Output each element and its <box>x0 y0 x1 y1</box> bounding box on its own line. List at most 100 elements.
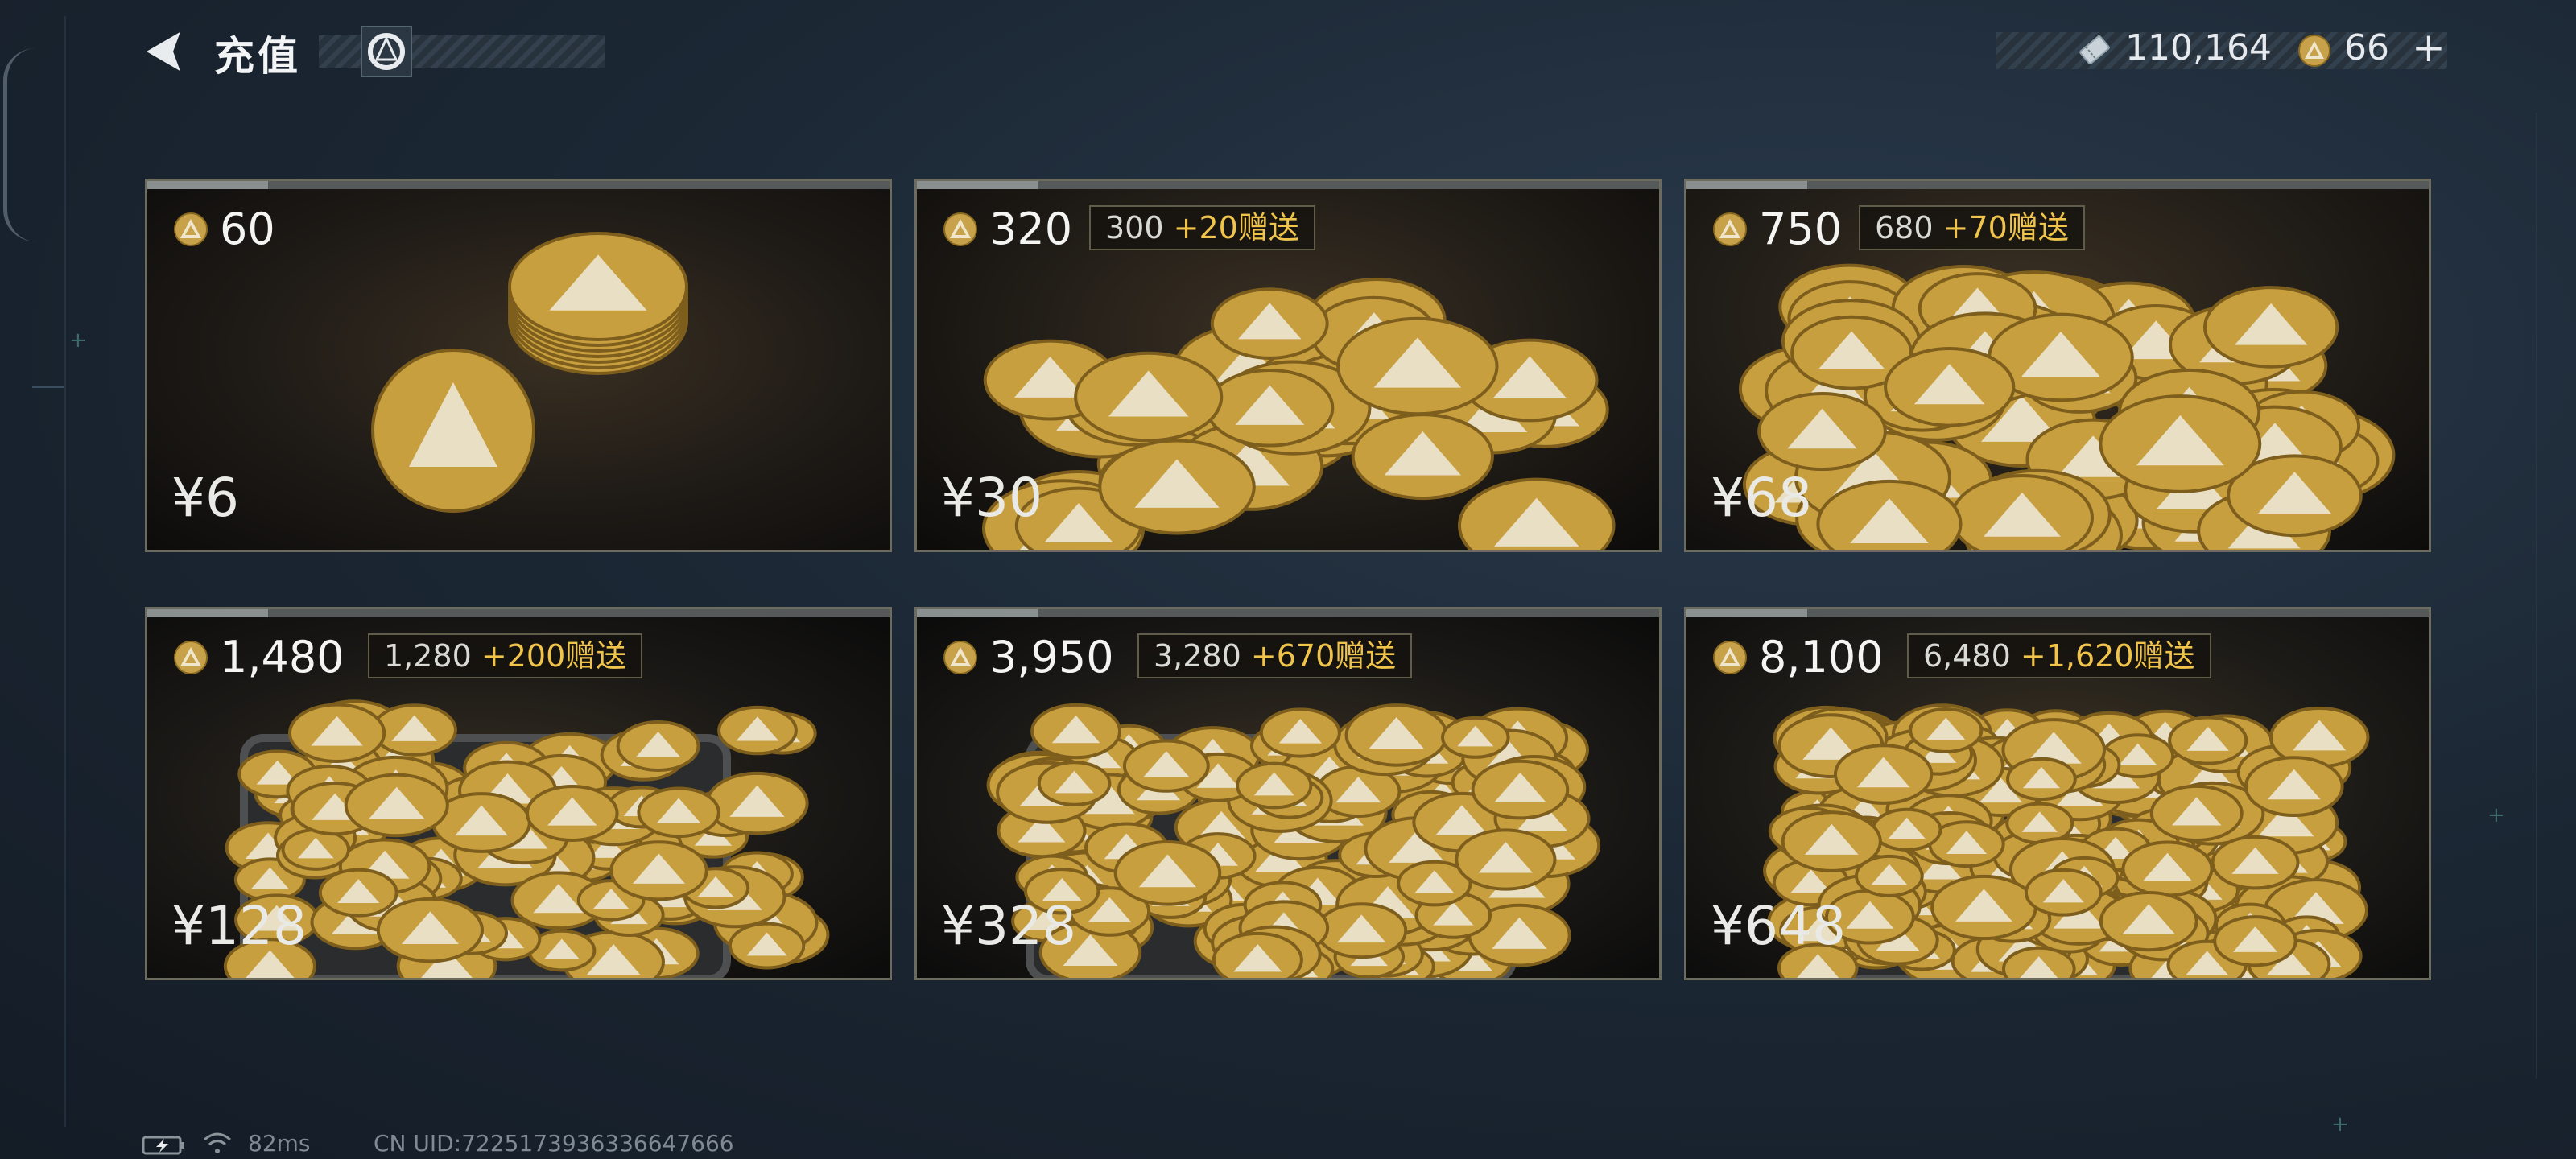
coin-icon <box>174 212 208 246</box>
wifi-icon <box>204 1132 231 1153</box>
bonus-badge: 680 +70赠送 <box>1859 205 2085 250</box>
gold-coin <box>1205 369 1335 448</box>
coin-icon <box>943 641 977 674</box>
decorative-cross-icon: + <box>2487 803 2505 827</box>
decorative-cross-icon: + <box>2331 1112 2349 1136</box>
decorative-line <box>32 386 64 388</box>
pack-card[interactable]: 60 ¥6 <box>145 179 892 552</box>
bonus-badge: 1,280 +200赠送 <box>368 633 643 678</box>
gold-coin <box>1441 716 1510 759</box>
pack-price: ¥328 <box>941 895 1076 957</box>
gold-coin <box>1909 707 1984 753</box>
gold-coin <box>2005 802 2074 845</box>
gold-coin <box>1212 931 1303 978</box>
gold-coin <box>287 703 386 764</box>
pack-coin-amount: 8,100 <box>1759 632 1884 683</box>
bonus-extra-amount: +200赠送 <box>481 638 627 674</box>
gold-coin <box>1037 761 1112 806</box>
card-top-tag <box>147 181 268 189</box>
gold-coin <box>2168 716 2248 765</box>
gold-coin <box>1351 413 1494 501</box>
gold-coin <box>1259 707 1341 758</box>
gold-coin <box>1855 854 1924 897</box>
gold-coin <box>344 773 449 838</box>
pack-price: ¥30 <box>941 467 1042 529</box>
gold-coin <box>1122 739 1210 793</box>
bonus-extra-amount: +670赠送 <box>1250 638 1397 674</box>
pack-price: ¥6 <box>171 467 239 529</box>
pack-coin-amount: 750 <box>1759 204 1843 254</box>
coin-icon <box>943 212 977 246</box>
gold-coin <box>1113 839 1222 906</box>
gold-coin <box>717 705 798 756</box>
gold-coin <box>2202 286 2339 369</box>
coin-icon <box>2298 35 2330 67</box>
card-top-tag <box>917 181 1038 189</box>
gold-coin <box>2244 756 2344 818</box>
bonus-base-amount: 6,480 <box>1923 638 2011 674</box>
gold-coin <box>1336 316 1499 416</box>
gold-coin <box>728 922 806 970</box>
pack-card[interactable]: 320 300 +20赠送 ¥30 <box>914 179 1662 552</box>
gold-coin <box>376 897 484 963</box>
pack-card[interactable]: 8,100 6,480 +1,620赠送 ¥648 <box>1684 607 2431 980</box>
gold-coin <box>1930 874 2037 941</box>
gold-coin <box>1344 703 1448 767</box>
pack-coin-amount: 3,950 <box>989 632 1114 683</box>
gold-coin <box>1210 287 1329 360</box>
gold-coin <box>1471 759 1570 820</box>
battery-icon <box>142 1136 184 1155</box>
voucher-icon <box>2079 35 2110 65</box>
card-top-tag <box>917 609 1038 617</box>
card-top-tag <box>1686 181 1807 189</box>
pack-card[interactable]: 1,480 1,280 +200赠送 ¥128 <box>145 607 892 980</box>
bonus-base-amount: 1,280 <box>384 638 472 674</box>
add-coins-button[interactable]: + <box>2412 24 2446 71</box>
gold-coin <box>1884 347 2016 427</box>
decorative-line <box>2536 113 2537 1079</box>
gold-coin <box>1457 477 1616 550</box>
network-ping: 82ms <box>248 1130 311 1157</box>
pack-price: ¥68 <box>1711 467 1812 529</box>
bonus-badge: 3,280 +670赠送 <box>1137 633 1413 678</box>
gold-coin <box>705 771 809 835</box>
game-logo-icon <box>368 33 405 70</box>
bonus-badge: 300 +20赠送 <box>1089 205 1315 250</box>
decorative-cross-icon: + <box>69 328 87 353</box>
card-top-tag <box>147 609 268 617</box>
decorative-line <box>64 16 66 1127</box>
decorative-arc <box>3 48 39 241</box>
gold-coin <box>318 868 398 918</box>
back-arrow-icon[interactable] <box>142 29 187 74</box>
pack-coin-amount: 1,480 <box>220 632 345 683</box>
gold-coin <box>1315 902 1408 959</box>
gold-coin <box>2099 394 2262 493</box>
coin-icon <box>174 641 208 674</box>
pack-card[interactable]: 3,950 3,280 +670赠送 ¥328 <box>914 607 1662 980</box>
gold-coin <box>2211 835 2300 890</box>
pack-coin-amount: 60 <box>220 204 275 254</box>
gold-coin <box>2024 868 2103 917</box>
card-top-tag <box>1686 609 1807 617</box>
gold-coin <box>1816 479 1963 550</box>
gold-coin <box>1950 474 2094 550</box>
user-uid: CN UID:7225173936336647666 <box>374 1130 734 1157</box>
pack-price: ¥648 <box>1711 895 1846 957</box>
gold-coin <box>1834 744 1934 805</box>
coin-balance: 66 <box>2344 27 2389 68</box>
gold-coin <box>1236 761 1313 810</box>
bonus-base-amount: 3,280 <box>1154 638 1241 674</box>
gold-coin <box>2006 757 2077 802</box>
gold-coin <box>616 720 700 772</box>
gold-coin <box>2213 915 2297 967</box>
coin-icon <box>1713 641 1747 674</box>
game-logo-button[interactable] <box>361 26 412 77</box>
gold-coin <box>371 349 535 513</box>
pack-price: ¥128 <box>171 895 307 957</box>
coin-icon <box>1713 212 1747 246</box>
gold-coin <box>281 827 350 871</box>
gold-coin <box>1030 703 1122 760</box>
pack-card[interactable]: 750 680 +70赠送 ¥68 <box>1684 179 2431 552</box>
bonus-base-amount: 680 <box>1875 210 1934 245</box>
gold-coin <box>1871 807 1942 852</box>
